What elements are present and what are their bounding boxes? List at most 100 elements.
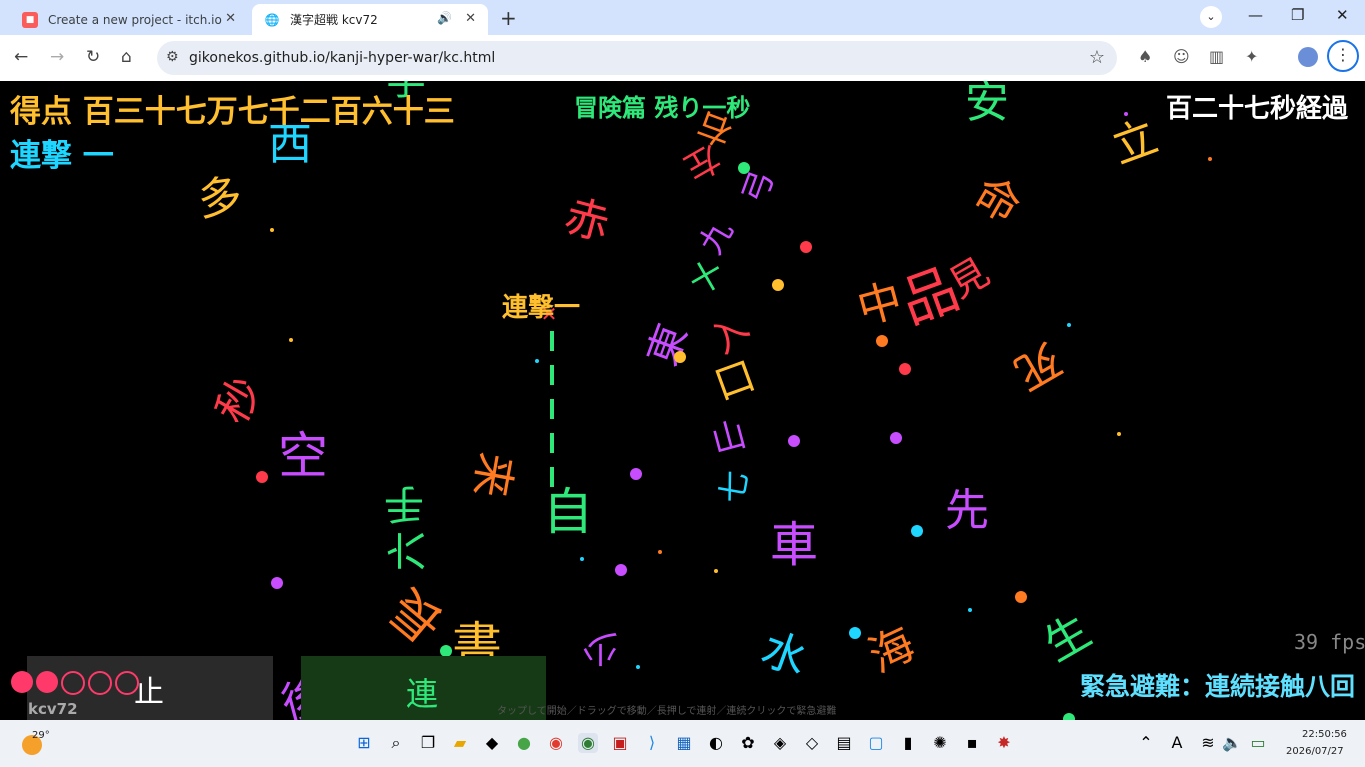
tab-strip: ■ Create a new project - itch.io ✕ 🌐 漢字超…: [0, 0, 1365, 35]
wifi-icon[interactable]: ≋: [1198, 733, 1218, 753]
hint-text: タップして開始／ドラッグで移動／長押しで連射／連続クリックで緊急避難: [497, 706, 837, 717]
particle: [876, 335, 888, 347]
kanji-word: 立: [1105, 111, 1165, 175]
particle: [849, 627, 861, 639]
kanji-word: 車: [770, 517, 819, 573]
globe-icon: 🌐: [264, 12, 280, 27]
close-tab-icon[interactable]: ✕: [225, 11, 236, 26]
kanji-word: 六: [385, 531, 431, 571]
ime-indicator[interactable]: A: [1167, 733, 1187, 753]
particle: [738, 162, 750, 174]
address-bar[interactable]: ⚙ gikonekos.github.io/kanji-hyper-war/kc…: [157, 41, 1117, 75]
player-bullet-stream: [550, 331, 554, 491]
app-icon[interactable]: ▤: [834, 733, 854, 753]
close-tab-icon[interactable]: ✕: [465, 11, 476, 26]
bookmark-star-icon[interactable]: ☆: [1089, 47, 1105, 68]
app-icon[interactable]: ✿: [738, 733, 758, 753]
kanji-word: 東: [639, 318, 697, 372]
emergency-text: 緊急避難：連続接触八回: [1080, 672, 1356, 701]
task-view-icon[interactable]: ❐: [418, 733, 438, 753]
speaker-icon[interactable]: 🔊: [437, 11, 452, 25]
app-icon[interactable]: ◈: [770, 733, 790, 753]
kanji-word: 山: [707, 414, 751, 462]
particle: [772, 279, 784, 291]
back-icon[interactable]: ←: [14, 47, 28, 67]
life-icon: [36, 671, 58, 693]
particle: [1067, 323, 1071, 327]
itch-icon: ■: [22, 11, 38, 28]
extension-icon[interactable]: ☺: [1173, 47, 1190, 66]
kanji-word: 入: [702, 307, 757, 362]
extension-icon[interactable]: ♠: [1138, 47, 1152, 66]
particle: [1208, 157, 1212, 161]
combo-text: 連撃 一: [10, 138, 114, 174]
particle: [911, 525, 923, 537]
volume-icon[interactable]: 🔈: [1222, 733, 1242, 753]
battery-icon[interactable]: ▭: [1248, 733, 1268, 753]
forward-icon[interactable]: →: [50, 47, 64, 67]
particle: [1117, 432, 1121, 436]
app-icon[interactable]: ▪: [962, 733, 982, 753]
menu-icon[interactable]: ⋮: [1327, 40, 1359, 72]
puzzle-icon[interactable]: ✦: [1245, 47, 1258, 66]
chatgpt-icon[interactable]: ✺: [930, 733, 950, 753]
filezilla-icon[interactable]: ▣: [610, 733, 630, 753]
particle: [535, 359, 539, 363]
particle: [580, 557, 584, 561]
chrome-icon[interactable]: ◉: [546, 733, 566, 753]
app-icon[interactable]: ◇: [802, 733, 822, 753]
kanji-word: 水: [754, 623, 814, 687]
game-canvas[interactable]: 安 西 多 赤 立 命 品 中 死 秒 空 来 自 先 車 書 海 水 少 生 …: [0, 81, 1365, 720]
kanji-word: 海: [861, 618, 923, 683]
app-icon[interactable]: ●: [514, 733, 534, 753]
site-info-icon[interactable]: ⚙: [166, 49, 179, 65]
vscode-icon[interactable]: ⟩: [642, 733, 662, 753]
chrome-active-icon[interactable]: ◉: [578, 733, 598, 753]
kanji-word: 死: [1005, 332, 1070, 399]
clock-date[interactable]: 2026/07/27: [1286, 746, 1344, 757]
particle: [899, 363, 911, 375]
particle: [615, 564, 627, 576]
chevron-up-icon[interactable]: ⌃: [1136, 733, 1156, 753]
app-icon[interactable]: ▦: [674, 733, 694, 753]
minimize-button[interactable]: —: [1248, 6, 1263, 24]
extension-icon[interactable]: ▥: [1209, 47, 1224, 66]
tab-title: 漢字超戦 kcv72: [290, 13, 378, 27]
tab-kanji[interactable]: 🌐 漢字超戦 kcv72 🔊 ✕: [252, 4, 488, 35]
explorer-icon[interactable]: ▰: [450, 733, 470, 753]
particle: [968, 608, 972, 612]
particle: [1124, 112, 1128, 116]
app-icon[interactable]: ▢: [866, 733, 886, 753]
url-text[interactable]: gikonekos.github.io/kanji-hyper-war/kc.h…: [189, 50, 495, 66]
tab-title: Create a new project - itch.io: [48, 12, 222, 27]
maximize-button[interactable]: ❐: [1291, 6, 1304, 24]
stop-button[interactable]: 止: [134, 667, 164, 711]
avatar[interactable]: [1298, 47, 1318, 67]
home-icon[interactable]: ⌂: [121, 47, 132, 67]
app-icon[interactable]: ✸: [994, 733, 1014, 753]
taskbar: 29° ⊞ ⌕ ❐ ▰ ◆ ● ◉ ◉ ▣ ⟩ ▦ ◐ ✿ ◈ ◇ ▤ ▢ ▮ …: [0, 720, 1365, 767]
terminal-icon[interactable]: ▮: [898, 733, 918, 753]
clock-time[interactable]: 22:50:56: [1302, 729, 1347, 740]
action-button-label: 連: [406, 675, 439, 713]
close-window-button[interactable]: ✕: [1336, 6, 1349, 24]
app-icon[interactable]: ◐: [706, 733, 726, 753]
reload-icon[interactable]: ↻: [86, 47, 100, 67]
tab-search-button[interactable]: ⌄: [1200, 6, 1222, 28]
new-tab-button[interactable]: +: [500, 6, 517, 30]
life-empty-icon: [88, 671, 112, 695]
particle: [788, 435, 800, 447]
kanji-word: 長: [379, 577, 455, 655]
weather-temp: 29°: [32, 730, 50, 741]
tab-itch[interactable]: ■ Create a new project - itch.io ✕: [10, 4, 248, 35]
kanji-word: 来: [463, 448, 522, 502]
start-icon[interactable]: ⊞: [354, 733, 374, 753]
kanji-word: 十: [682, 252, 732, 304]
life-icon: [11, 671, 33, 693]
kanji-word: 口: [708, 352, 762, 410]
kanji-word: 安: [965, 81, 1009, 128]
app-icon[interactable]: ◆: [482, 733, 502, 753]
kanji-word: 七: [712, 467, 756, 507]
search-icon[interactable]: ⌕: [386, 733, 406, 753]
player-combo: 連撃一: [502, 293, 581, 323]
